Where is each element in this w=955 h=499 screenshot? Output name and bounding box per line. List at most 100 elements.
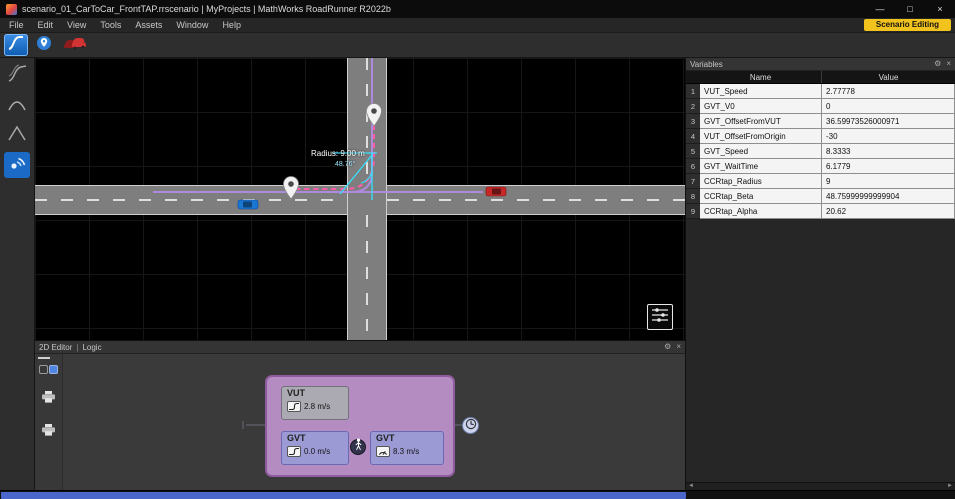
variable-value-cell[interactable]: 48.75999999999904	[822, 189, 955, 204]
close-icon[interactable]: ×	[946, 58, 951, 70]
app-icon	[6, 4, 17, 15]
variables-scrollbar[interactable]: ◄ ►	[686, 482, 955, 490]
variable-row[interactable]: 6 GVT_WaitTime 6.1779	[686, 159, 955, 174]
variable-row[interactable]: 2 GVT_V0 0	[686, 99, 955, 114]
actor-condition-badge[interactable]	[350, 439, 366, 455]
menu-tools[interactable]: Tools	[93, 20, 128, 30]
variable-value-cell[interactable]: 8.3333	[822, 144, 955, 159]
display-options-button[interactable]	[647, 304, 673, 330]
variable-value-cell[interactable]: 0	[822, 99, 955, 114]
name-column-header[interactable]: Name	[700, 71, 822, 83]
node-title: GVT	[282, 432, 348, 443]
variable-value-cell[interactable]: 2.77778	[822, 84, 955, 99]
variable-name-cell[interactable]: CCRtap_Beta	[700, 189, 822, 204]
menu-edit[interactable]: Edit	[31, 20, 61, 30]
variable-name-cell[interactable]: GVT_Speed	[700, 144, 822, 159]
roadrunner-window: scenario_01_CarToCar_FrontTAP.rrscenario…	[0, 0, 955, 499]
tab-logic[interactable]: Logic	[82, 343, 101, 352]
variable-row[interactable]: 3 GVT_OffsetFromVUT 36.59973526000971	[686, 114, 955, 129]
close-icon[interactable]: ×	[676, 341, 681, 353]
vut-route-path[interactable]	[153, 58, 483, 192]
scrollbar-thumb[interactable]	[1, 492, 686, 499]
variable-name-cell[interactable]: VUT_OffsetFromOrigin	[700, 129, 822, 144]
road-curve-icon	[7, 35, 25, 56]
gvt-wait-node[interactable]: GVT 0.0 m/s	[281, 431, 349, 465]
variable-row[interactable]: 5 GVT_Speed 8.3333	[686, 144, 955, 159]
close-button[interactable]: ×	[925, 0, 955, 18]
phase-container-node[interactable]: VUT 2.8 m/s GVT	[265, 375, 455, 477]
variable-row[interactable]: 4 VUT_OffsetFromOrigin -30	[686, 129, 955, 144]
printer-button-1[interactable]	[41, 390, 56, 409]
printer-button-2[interactable]	[41, 423, 56, 442]
toggle-right-icon	[49, 365, 58, 374]
spline-tool-button[interactable]	[4, 122, 30, 148]
vehicle-gvt[interactable]	[486, 187, 506, 196]
scroll-left-icon[interactable]: ◄	[688, 483, 694, 490]
gear-icon[interactable]: ⚙	[664, 341, 671, 353]
menu-window[interactable]: Window	[169, 20, 215, 30]
path-action-icon	[287, 446, 301, 457]
variable-name-cell[interactable]: VUT_Speed	[700, 84, 822, 99]
arc-icon	[6, 93, 28, 118]
scroll-right-icon[interactable]: ►	[947, 483, 953, 490]
row-number: 9	[686, 204, 700, 219]
tab-2d-editor[interactable]: 2D Editor	[39, 343, 72, 352]
vehicle-vut[interactable]	[238, 200, 258, 209]
route-timing-tool-button[interactable]	[32, 34, 56, 56]
scene-viewport[interactable]: Radius: 9.00 m 48.76°	[35, 58, 685, 340]
curve-road-tool-button[interactable]	[4, 62, 30, 88]
node-title: VUT	[282, 387, 348, 398]
gear-icon[interactable]: ⚙	[934, 58, 941, 70]
variable-row[interactable]: 8 CCRtap_Beta 48.75999999999904	[686, 189, 955, 204]
node-title: GVT	[371, 432, 443, 443]
variables-empty-area	[686, 219, 955, 482]
variable-value-cell[interactable]: 6.1779	[822, 159, 955, 174]
logic-toolbar	[35, 354, 63, 490]
variable-value-cell[interactable]: 9	[822, 174, 955, 189]
menu-view[interactable]: View	[60, 20, 93, 30]
radius-label: Radius: 9.00 m	[311, 149, 365, 158]
logic-panel-header: 2D Editor | Logic ⚙ ×	[35, 341, 685, 354]
arc-tool-button[interactable]	[4, 92, 30, 118]
row-number: 6	[686, 159, 700, 174]
view-toggle-button[interactable]	[39, 365, 58, 374]
variables-panel-header: Variables ⚙ ×	[686, 58, 955, 71]
variable-value-cell[interactable]: 36.59973526000971	[822, 114, 955, 129]
variable-name-cell[interactable]: GVT_OffsetFromVUT	[700, 114, 822, 129]
waypoint-pin-west[interactable]	[284, 177, 299, 200]
menu-help[interactable]: Help	[215, 20, 248, 30]
vehicle-assets-button[interactable]	[60, 34, 90, 56]
sensor-tool-button[interactable]	[4, 152, 30, 178]
maximize-button[interactable]: □	[895, 0, 925, 18]
waypoint-clock-icon	[35, 34, 53, 57]
variable-row[interactable]: 9 CCRtap_Alpha 20.62	[686, 204, 955, 219]
logic-canvas[interactable]: VUT 2.8 m/s GVT	[63, 354, 685, 490]
scenario-edit-tool-button[interactable]	[4, 34, 28, 56]
variable-value-cell[interactable]: 20.62	[822, 204, 955, 219]
row-number: 4	[686, 129, 700, 144]
waypoint-pin-north[interactable]	[367, 104, 382, 127]
sensor-icon	[7, 153, 27, 178]
variable-row[interactable]: 7 CCRtap_Radius 9	[686, 174, 955, 189]
variable-name-cell[interactable]: GVT_V0	[700, 99, 822, 114]
variable-value-cell[interactable]: -30	[822, 129, 955, 144]
sliders-icon	[651, 306, 669, 329]
variable-name-cell[interactable]: CCRtap_Alpha	[700, 204, 822, 219]
vut-action-node[interactable]: VUT 2.8 m/s	[281, 386, 349, 420]
menu-file[interactable]: File	[2, 20, 31, 30]
gvt-speed-node[interactable]: GVT 8.3 m/s	[370, 431, 444, 465]
curve-road-icon	[6, 63, 28, 88]
node-speed: 0.0 m/s	[304, 447, 330, 456]
row-number: 3	[686, 114, 700, 129]
variables-panel-title: Variables	[690, 60, 723, 69]
bottom-scrollbar[interactable]	[0, 490, 955, 499]
variable-name-cell[interactable]: CCRtap_Radius	[700, 174, 822, 189]
tool-sidebar	[0, 58, 35, 490]
row-number: 1	[686, 84, 700, 99]
menu-assets[interactable]: Assets	[128, 20, 169, 30]
variable-row[interactable]: 1 VUT_Speed 2.77778	[686, 84, 955, 99]
value-column-header[interactable]: Value	[822, 71, 955, 83]
variable-name-cell[interactable]: GVT_WaitTime	[700, 159, 822, 174]
minimize-button[interactable]: —	[865, 0, 895, 18]
wait-condition-badge[interactable]	[462, 417, 479, 434]
